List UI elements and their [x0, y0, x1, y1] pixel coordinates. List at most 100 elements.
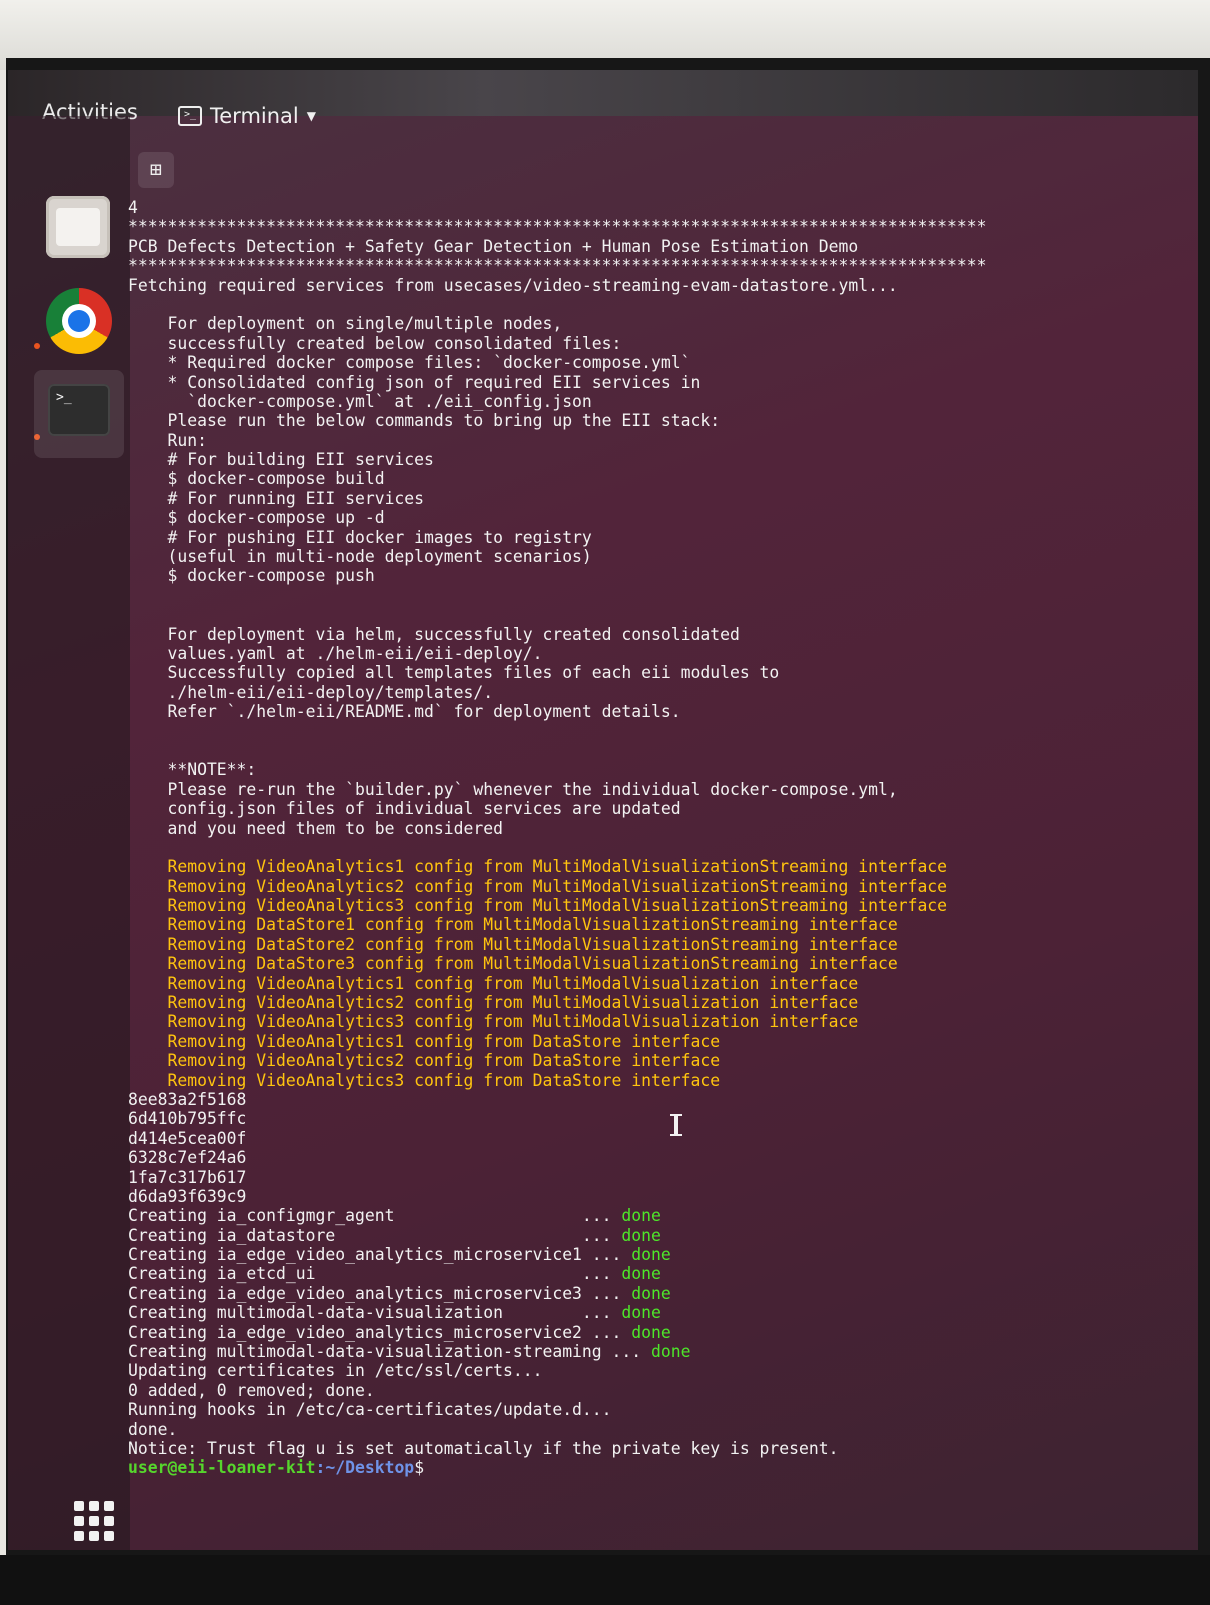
- app-menu[interactable]: >_ Terminal ▼: [178, 104, 316, 128]
- creating-line: Creating ia_edge_video_analytics_microse…: [128, 1245, 1188, 1264]
- terminal-output[interactable]: 4 ***************************************…: [128, 198, 1188, 1548]
- terminal-line: $ docker-compose push: [128, 566, 375, 586]
- status-done: done: [621, 1225, 661, 1245]
- creating-line: Creating ia_edge_video_analytics_microse…: [128, 1323, 1188, 1342]
- container-id-line: 6328c7ef24a6: [128, 1148, 247, 1168]
- container-id-line: d6da93f639c9: [128, 1186, 247, 1206]
- creating-line: Creating multimodal-data-visualization-s…: [128, 1342, 1188, 1361]
- terminal-line: * Required docker compose files: `docker…: [128, 353, 691, 373]
- terminal-line: PCB Defects Detection + Safety Gear Dete…: [128, 236, 859, 256]
- creating-line: Creating ia_edge_video_analytics_microse…: [128, 1284, 1188, 1303]
- terminal-line: ****************************************…: [128, 256, 987, 276]
- terminal-line: # For running EII services: [128, 488, 425, 508]
- files-icon[interactable]: [46, 196, 110, 258]
- desktop-screen: Activities >_ Terminal ▼ >_ ⊞ 4 *********…: [8, 70, 1198, 1550]
- terminal-line: $ docker-compose up -d: [128, 508, 385, 528]
- top-bar: Activities >_ Terminal ▼: [8, 70, 1198, 128]
- terminal-line: $ docker-compose build: [128, 469, 385, 489]
- warning-line: Removing VideoAnalytics1 config from Mul…: [128, 857, 948, 877]
- desk-surface: [0, 1555, 1210, 1605]
- dock: >_: [8, 116, 130, 1550]
- new-tab-icon[interactable]: ⊞: [138, 152, 174, 188]
- warning-line: Removing DataStore3 config from MultiMod…: [128, 954, 898, 974]
- terminal-line: Refer `./helm-eii/README.md` for deploym…: [128, 702, 681, 722]
- warning-line: Removing VideoAnalytics2 config from Mul…: [128, 876, 948, 896]
- creating-text: Creating ia_etcd_ui ...: [128, 1264, 622, 1284]
- prompt-symbol: $: [414, 1458, 425, 1478]
- creating-line: Creating ia_configmgr_agent ... done: [128, 1206, 1188, 1225]
- terminal-line: (useful in multi-node deployment scenari…: [128, 547, 592, 567]
- prompt-path: :~/Desktop: [315, 1458, 415, 1478]
- warning-line: Removing VideoAnalytics1 config from Mul…: [128, 973, 859, 993]
- terminal-line: ****************************************…: [128, 217, 987, 237]
- container-id-line: 1fa7c317b617: [128, 1167, 247, 1187]
- terminal-line: Successfully copied all templates files …: [128, 663, 780, 683]
- status-done: done: [631, 1245, 671, 1265]
- creating-line: Creating ia_etcd_ui ... done: [128, 1264, 1188, 1283]
- warning-line: Removing VideoAnalytics3 config from Mul…: [128, 1012, 859, 1032]
- terminal-line: Please re-run the `builder.py` whenever …: [128, 779, 898, 799]
- show-applications-icon[interactable]: [74, 1501, 114, 1541]
- terminal-line: and you need them to be considered: [128, 818, 503, 838]
- warning-line: Removing VideoAnalytics3 config from Dat…: [128, 1070, 721, 1090]
- warning-line: Removing VideoAnalytics2 config from Mul…: [128, 993, 859, 1013]
- status-done: done: [621, 1264, 661, 1284]
- terminal-line: For deployment via helm, successfully cr…: [128, 624, 740, 644]
- terminal-line: values.yaml at ./helm-eii/eii-deploy/.: [128, 643, 543, 663]
- terminal-line: ./helm-eii/eii-deploy/templates/.: [128, 682, 494, 702]
- creating-text: Creating ia_configmgr_agent ...: [128, 1206, 622, 1226]
- text-cursor-icon: [670, 1114, 682, 1136]
- creating-text: Creating multimodal-data-visualization .…: [128, 1303, 622, 1323]
- terminal-line: **NOTE**:: [128, 760, 257, 780]
- terminal-line: * Consolidated config json of required E…: [128, 372, 701, 392]
- prompt-user-host: user@eii-loaner-kit: [128, 1458, 316, 1478]
- warning-line: Removing VideoAnalytics3 config from Mul…: [128, 896, 948, 916]
- dock-item-terminal[interactable]: >_: [34, 370, 124, 458]
- status-done: done: [631, 1322, 671, 1342]
- status-done: done: [621, 1303, 661, 1323]
- terminal-line: done.: [128, 1419, 178, 1439]
- running-indicator: [34, 343, 40, 349]
- terminal-line: Running hooks in /etc/ca-certificates/up…: [128, 1400, 612, 1420]
- terminal-line: successfully created below consolidated …: [128, 333, 622, 353]
- creating-line: Creating multimodal-data-visualization .…: [128, 1303, 1188, 1322]
- warning-line: Removing DataStore1 config from MultiMod…: [128, 915, 898, 935]
- container-id-line: 6d410b795ffc: [128, 1109, 247, 1129]
- container-id-line: 8ee83a2f5168: [128, 1089, 247, 1109]
- status-done: done: [621, 1206, 661, 1226]
- status-done: done: [631, 1283, 671, 1303]
- creating-text: Creating multimodal-data-visualization-s…: [128, 1342, 652, 1362]
- shell-prompt[interactable]: user@eii-loaner-kit:~/Desktop$: [128, 1458, 1188, 1477]
- warning-line: Removing DataStore2 config from MultiMod…: [128, 934, 898, 954]
- terminal-line: Updating certificates in /etc/ssl/certs.…: [128, 1361, 543, 1381]
- terminal-line: `docker-compose.yml` at ./eii_config.jso…: [128, 391, 592, 411]
- terminal-line: For deployment on single/multiple nodes,: [128, 314, 563, 334]
- terminal-line: Run:: [128, 430, 207, 450]
- terminal-line: Fetching required services from usecases…: [128, 275, 898, 295]
- chevron-down-icon: ▼: [306, 109, 316, 123]
- status-done: done: [651, 1342, 691, 1362]
- creating-text: Creating ia_edge_video_analytics_microse…: [128, 1283, 632, 1303]
- terminal-icon: >_: [48, 384, 110, 436]
- warning-line: Removing VideoAnalytics2 config from Dat…: [128, 1051, 721, 1071]
- creating-line: Creating ia_datastore ... done: [128, 1226, 1188, 1245]
- app-menu-label: Terminal: [210, 104, 299, 128]
- chrome-icon[interactable]: [46, 288, 112, 354]
- terminal-line: Notice: Trust flag u is set automaticall…: [128, 1439, 839, 1458]
- terminal-line: Please run the below commands to bring u…: [128, 411, 721, 431]
- warning-line: Removing VideoAnalytics1 config from Dat…: [128, 1031, 721, 1051]
- creating-text: Creating ia_edge_video_analytics_microse…: [128, 1322, 632, 1342]
- terminal-line: 4: [128, 198, 138, 217]
- terminal-line: config.json files of individual services…: [128, 799, 681, 819]
- creating-text: Creating ia_edge_video_analytics_microse…: [128, 1245, 632, 1265]
- terminal-app-icon: >_: [178, 106, 202, 126]
- terminal-line: 0 added, 0 removed; done.: [128, 1380, 375, 1400]
- creating-text: Creating ia_datastore ...: [128, 1225, 622, 1245]
- container-id-line: d414e5cea00f: [128, 1128, 247, 1148]
